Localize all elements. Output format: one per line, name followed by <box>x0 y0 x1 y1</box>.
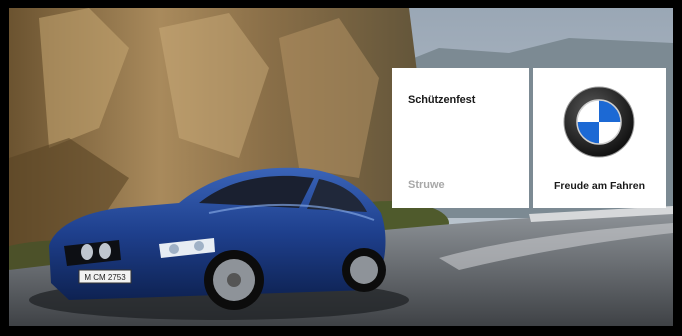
headline-card: Schützenfest Struwe <box>392 68 529 208</box>
author-text: Struwe <box>408 179 445 191</box>
headline-text: Schützenfest <box>408 94 476 106</box>
license-plate: M CM 2753 <box>84 273 126 282</box>
ad-frame: M CM 2753 Schützenfest Struwe Freude am … <box>0 0 682 336</box>
bmw-roundel-icon <box>563 86 635 158</box>
slogan-text: Freude am Fahren <box>553 180 646 192</box>
logo-card: Freude am Fahren <box>533 68 666 208</box>
